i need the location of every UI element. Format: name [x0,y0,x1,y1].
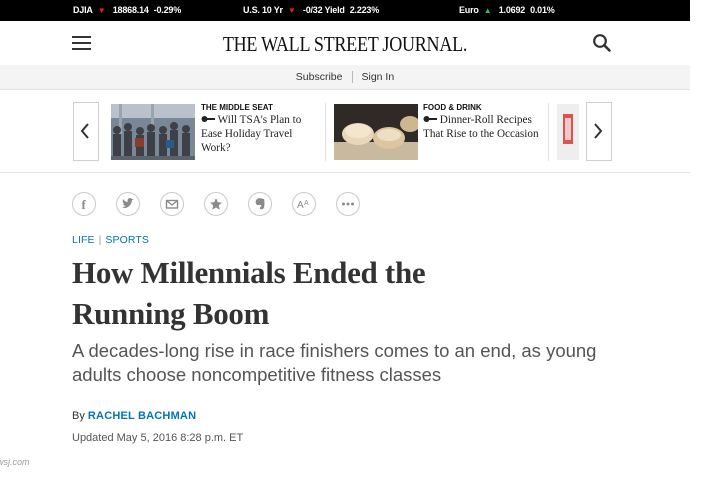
evernote-icon[interactable] [248,192,272,216]
up-arrow-icon: ▲ [483,6,492,15]
section-link-life[interactable]: LIFE [72,234,95,246]
article-dek: A decades-long rise in race finishers co… [72,340,597,385]
carousel-next-button[interactable] [586,102,612,161]
key-icon [423,114,440,126]
carousel-item-image-airport[interactable] [111,104,195,160]
carousel-kicker: THE MIDDLE SEAT [201,103,273,112]
subscribe-link[interactable]: Subscribe [296,71,343,83]
ticker-change: 0.01% [530,5,555,15]
chevron-left-icon [80,123,89,139]
divider [548,103,549,161]
article-headline: How Millennials Ended the Running Boom [72,252,612,334]
article-section: LIFE | SPORTS [72,234,149,246]
ticker-value: 18868.14 [112,5,149,15]
headline-line: How Millennials Ended the [72,255,426,290]
headline-line: Running Boom [72,296,270,331]
ticker-value: 1.0692 [498,5,526,15]
ticker-change: 2.223% [349,5,380,15]
article-timestamp: Updated May 5, 2016 8:28 p.m. ET [72,432,244,444]
section-link-sports[interactable]: SPORTS [105,234,149,246]
twitter-icon[interactable] [116,192,140,216]
ticker-name: DJIA [73,5,93,15]
carousel-item-image-partial[interactable] [557,104,579,160]
byline-prefix: By [72,410,85,422]
sign-in-link[interactable]: Sign In [362,71,395,83]
svg-text:A: A [297,200,304,211]
ticker-us10yr[interactable]: U.S. 10 Yr ▼ -0/32 Yield 2.223% [243,5,384,15]
carousel-item-airport[interactable]: THE MIDDLE SEAT Will TSA's Plan to Ease … [201,102,321,155]
site-header: THE WALL STREET JOURNAL. [0,21,690,66]
ticker-change: -0.29% [153,5,182,15]
market-ticker: DJIA ▼ 18868.14 -0.29% U.S. 10 Yr ▼ -0/32 Y… [0,0,690,21]
chevron-right-icon [594,123,603,139]
article-byline: By RACHEL BACHMAN [72,410,196,422]
carousel-prev-button[interactable] [73,102,99,161]
ticker-name: U.S. 10 Yr [243,5,283,15]
ticker-euro[interactable]: Euro ▲ 1.0692 0.01% [459,5,560,15]
airport-crowd-image [111,104,195,160]
down-arrow-icon: ▼ [97,6,106,15]
divider: | [98,234,102,246]
more-icon[interactable] [336,192,360,216]
ticker-djia[interactable]: DJIA ▼ 18868.14 -0.29% [73,5,186,15]
down-arrow-icon: ▼ [287,6,296,15]
search-icon[interactable] [592,33,612,53]
author-link[interactable]: RACHEL BACHMAN [88,410,196,422]
dinner-rolls-image [334,104,418,160]
key-icon [201,114,218,126]
ticker-name: Euro [459,5,479,15]
carousel-title: Dinner-Roll Recipes That Rise to the Occ… [423,114,539,140]
carousel-kicker: FOOD & DRINK [423,103,482,112]
carousel-item-image-rolls[interactable] [334,104,418,160]
carousel-item-rolls[interactable]: FOOD & DRINK Dinner-Roll Recipes That Ri… [423,102,543,141]
email-icon[interactable] [160,192,184,216]
star-icon[interactable] [204,192,228,216]
subscribe-bar: Subscribe Sign In [0,65,690,90]
divider [325,103,326,161]
story-carousel: THE MIDDLE SEAT Will TSA's Plan to Ease … [0,90,690,173]
site-logo[interactable]: THE WALL STREET JOURNAL. [48,32,641,57]
ticker-value: -0/32 Yield [302,5,345,15]
svg-text:A: A [304,200,309,207]
divider [351,71,353,84]
partial-thumbnail-image [557,104,579,160]
text-size-icon[interactable]: AA [292,192,316,216]
image-credit: wsj.com [0,457,30,467]
svg-text:f: f [82,197,87,211]
facebook-icon[interactable]: f [72,192,96,216]
